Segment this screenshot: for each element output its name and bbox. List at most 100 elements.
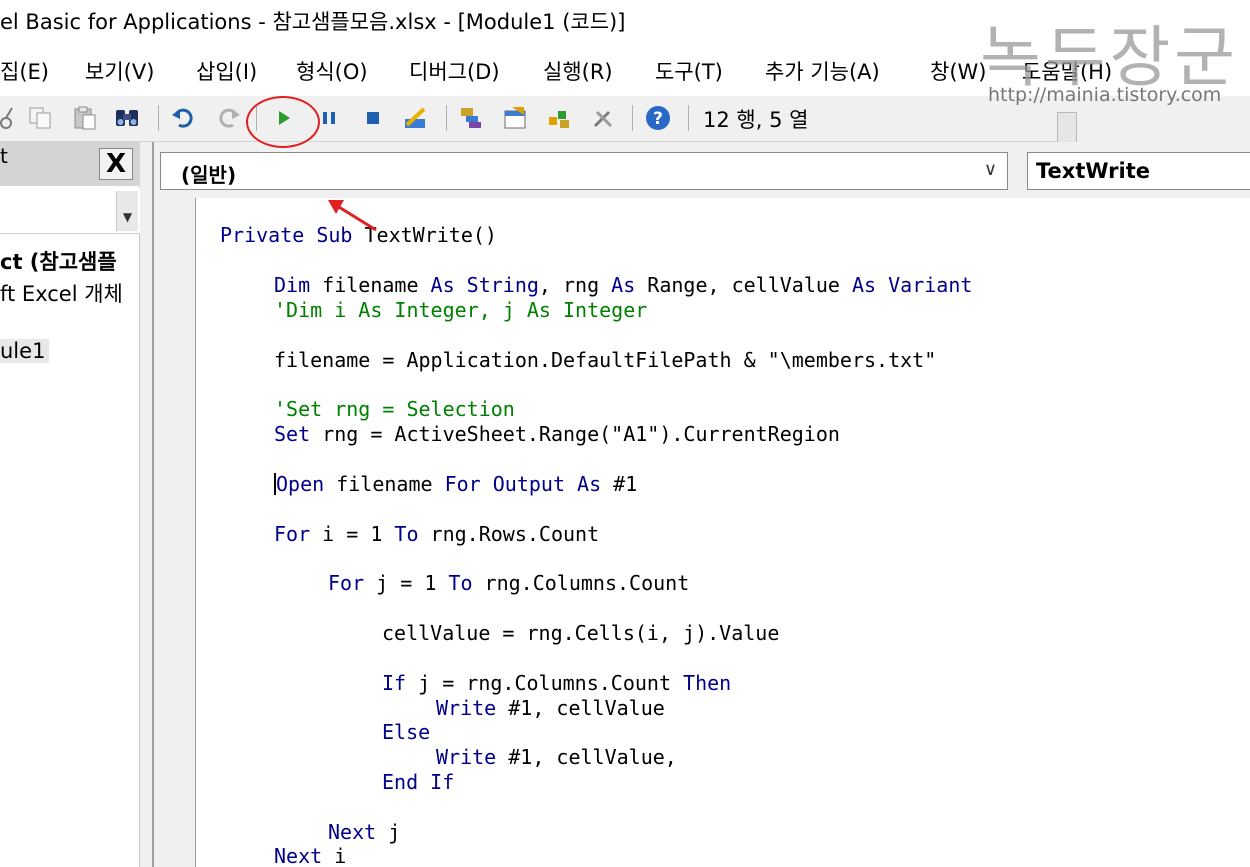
- toolbar-separator: [446, 105, 447, 131]
- code-margin-indicator[interactable]: [160, 198, 196, 867]
- toolbar-separator: [632, 105, 633, 131]
- redo-icon[interactable]: [216, 105, 242, 131]
- menu-debug[interactable]: 디버그(D): [409, 56, 500, 86]
- code-line[interactable]: For i = 1 To rng.Rows.Count: [274, 522, 599, 546]
- code-keyword: To: [448, 571, 473, 595]
- help-icon[interactable]: ?: [645, 105, 671, 131]
- tree-item-excel-objects[interactable]: ft Excel 개체: [0, 278, 123, 308]
- chevron-down-icon[interactable]: ▼: [116, 191, 138, 231]
- object-combo[interactable]: (일반) ∨: [160, 152, 1008, 190]
- code-keyword: Next: [328, 820, 377, 844]
- menu-insert[interactable]: 삽입(I): [196, 56, 257, 86]
- code-line[interactable]: Set rng = ActiveSheet.Range("A1").Curren…: [274, 422, 840, 446]
- menu-window[interactable]: 창(W): [930, 56, 986, 86]
- code-text: rng.Rows.Count: [418, 522, 600, 546]
- project-panel-combo[interactable]: ▼: [0, 188, 140, 234]
- cut-icon[interactable]: [0, 105, 14, 131]
- tree-item-project[interactable]: ct (참고샘플: [0, 246, 117, 276]
- toolbox-icon[interactable]: [590, 105, 616, 131]
- toolbar-options-button[interactable]: [1057, 112, 1077, 146]
- code-keyword: To: [394, 522, 419, 546]
- run-highlight-circle: [246, 96, 320, 148]
- code-keyword: Then: [683, 671, 732, 695]
- svg-text:?: ?: [653, 109, 663, 129]
- design-mode-icon[interactable]: [402, 105, 428, 131]
- find-icon[interactable]: [114, 105, 140, 131]
- project-panel-header: t X: [0, 142, 140, 186]
- menu-edit[interactable]: 집(E): [0, 56, 49, 86]
- procedure-combo[interactable]: TextWrite: [1027, 152, 1250, 190]
- tree-item-module1[interactable]: ule1: [0, 339, 50, 363]
- code-line[interactable]: cellValue = rng.Cells(i, j).Value: [382, 621, 779, 645]
- code-line[interactable]: filename = Application.DefaultFilePath &…: [274, 348, 936, 372]
- code-line[interactable]: Open filename For Output As #1: [274, 472, 637, 496]
- code-text: Range, cellValue: [635, 273, 853, 297]
- project-explorer-icon[interactable]: [458, 105, 484, 131]
- code-text: , rng: [538, 273, 612, 297]
- project-explorer-panel: t X ▼ ct (참고샘플 ft Excel 개체 ule1: [0, 142, 140, 867]
- code-line[interactable]: End If: [382, 770, 454, 794]
- reset-icon[interactable]: [360, 105, 386, 131]
- code-keyword: If: [382, 671, 407, 695]
- code-keyword: As Variant: [852, 273, 973, 297]
- window-title: el Basic for Applications - 참고샘플모음.xlsx …: [0, 10, 626, 34]
- code-line[interactable]: 'Dim i As Integer, j As Integer: [274, 298, 647, 322]
- code-text: filename: [310, 273, 431, 297]
- code-line[interactable]: If j = rng.Columns.Count Then: [382, 671, 731, 695]
- title-bar: el Basic for Applications - 참고샘플모음.xlsx …: [0, 0, 1250, 44]
- menu-help[interactable]: 도움말(H): [1022, 56, 1112, 86]
- object-browser-icon[interactable]: [546, 105, 572, 131]
- code-text: #1, cellValue: [496, 696, 665, 720]
- code-line[interactable]: Next i: [274, 844, 346, 867]
- code-text: filename = Application.DefaultFilePath &…: [274, 348, 937, 372]
- menu-addins[interactable]: 추가 기능(A): [765, 56, 880, 86]
- code-text: rng.Columns.Count: [472, 571, 690, 595]
- project-panel-title: t: [0, 144, 8, 168]
- code-keyword: As: [611, 273, 636, 297]
- break-icon[interactable]: [316, 105, 342, 131]
- code-text: i = 1: [310, 522, 395, 546]
- code-line[interactable]: Write #1, cellValue,: [436, 745, 677, 769]
- toolbar-separator: [158, 105, 159, 131]
- code-keyword: Set: [274, 422, 311, 446]
- procedure-combo-value: TextWrite: [1036, 159, 1150, 183]
- code-keyword: Open: [276, 472, 325, 496]
- code-text: j = 1: [364, 571, 449, 595]
- menu-view[interactable]: 보기(V): [85, 56, 154, 86]
- code-line[interactable]: Write #1, cellValue: [436, 696, 665, 720]
- code-keyword: For Output As: [444, 472, 602, 496]
- code-keyword: Write: [436, 745, 497, 769]
- code-keyword: End If: [382, 770, 455, 794]
- menu-tools[interactable]: 도구(T): [655, 56, 723, 86]
- code-keyword: Next: [274, 844, 323, 867]
- code-line[interactable]: Next j: [328, 820, 400, 844]
- chevron-down-icon[interactable]: ∨: [984, 159, 997, 180]
- code-keyword: For: [328, 571, 365, 595]
- paste-icon[interactable]: [72, 105, 98, 131]
- object-combo-value: (일반): [181, 163, 237, 187]
- code-line[interactable]: Else: [382, 720, 430, 744]
- menu-bar: 집(E) 보기(V) 삽입(I) 형식(O) 디버그(D) 실행(R) 도구(T…: [0, 44, 1250, 96]
- code-text: rng = ActiveSheet.Range("A1").CurrentReg…: [310, 422, 840, 446]
- code-text: filename: [324, 472, 445, 496]
- code-keyword: Dim: [274, 273, 311, 297]
- standard-toolbar: ? 12 행, 5 열: [0, 96, 1065, 142]
- code-keyword: Else: [382, 720, 431, 744]
- code-line[interactable]: 'Set rng = Selection: [274, 397, 515, 421]
- code-keyword: As String: [430, 273, 539, 297]
- copy-icon[interactable]: [27, 105, 53, 131]
- code-line[interactable]: Dim filename As String, rng As Range, ce…: [274, 273, 972, 297]
- annotation-arrow-icon: [328, 200, 377, 232]
- code-text: j: [376, 820, 401, 844]
- code-editor[interactable]: Private Sub TextWrite() Dim filename As S…: [196, 198, 1250, 867]
- code-text: #1: [601, 472, 638, 496]
- code-line[interactable]: For j = 1 To rng.Columns.Count: [328, 571, 689, 595]
- properties-icon[interactable]: [502, 105, 528, 131]
- code-keyword: For: [274, 522, 311, 546]
- undo-icon[interactable]: [170, 105, 196, 131]
- cursor-position-status: 12 행, 5 열: [703, 108, 809, 132]
- close-panel-button[interactable]: X: [99, 148, 133, 180]
- code-window: (일반) ∨ TextWrite Private Sub TextWrite()…: [152, 142, 1250, 867]
- menu-run[interactable]: 실행(R): [543, 56, 613, 86]
- menu-format[interactable]: 형식(O): [296, 56, 368, 86]
